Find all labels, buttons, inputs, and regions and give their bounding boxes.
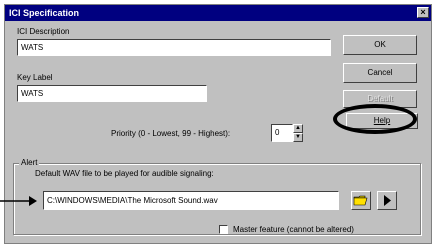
spin-up-icon[interactable]: ▲ — [293, 124, 303, 133]
ici-description-label: ICI Description — [17, 27, 70, 36]
priority-field[interactable]: 0 — [271, 124, 293, 142]
browse-button[interactable] — [351, 191, 371, 210]
master-feature-label: Master feature (cannot be altered) — [233, 225, 354, 234]
ok-button[interactable]: OK — [343, 35, 417, 55]
play-icon — [384, 195, 391, 206]
priority-spinner[interactable]: ▲ ▼ — [293, 124, 303, 142]
alert-group-label: Alert — [19, 158, 40, 167]
priority-label: Priority (0 - Lowest, 99 - Highest): — [111, 129, 231, 138]
key-label-label: Key Label — [17, 73, 53, 82]
wav-file-field[interactable]: C:\WINDOWS\MEDIA\The Microsoft Sound.wav — [43, 191, 339, 210]
play-button[interactable] — [377, 191, 397, 210]
folder-icon — [353, 195, 368, 206]
wav-file-label: Default WAV file to be played for audibl… — [35, 169, 214, 178]
help-highlight-ellipse — [333, 104, 417, 134]
dialog-titlebar: ICI Specification × — [5, 5, 431, 21]
key-label-field[interactable]: WATS — [17, 85, 207, 102]
ici-description-field[interactable]: WATS — [17, 39, 331, 56]
master-feature-checkbox[interactable] — [219, 225, 228, 234]
dialog-title: ICI Specification — [9, 8, 80, 18]
cancel-button[interactable]: Cancel — [343, 63, 417, 83]
ici-specification-dialog: ICI Specification × ICI Description WATS… — [4, 4, 432, 244]
close-button[interactable]: × — [417, 7, 429, 18]
arrow-right-icon — [0, 196, 37, 206]
spin-down-icon[interactable]: ▼ — [293, 133, 303, 142]
